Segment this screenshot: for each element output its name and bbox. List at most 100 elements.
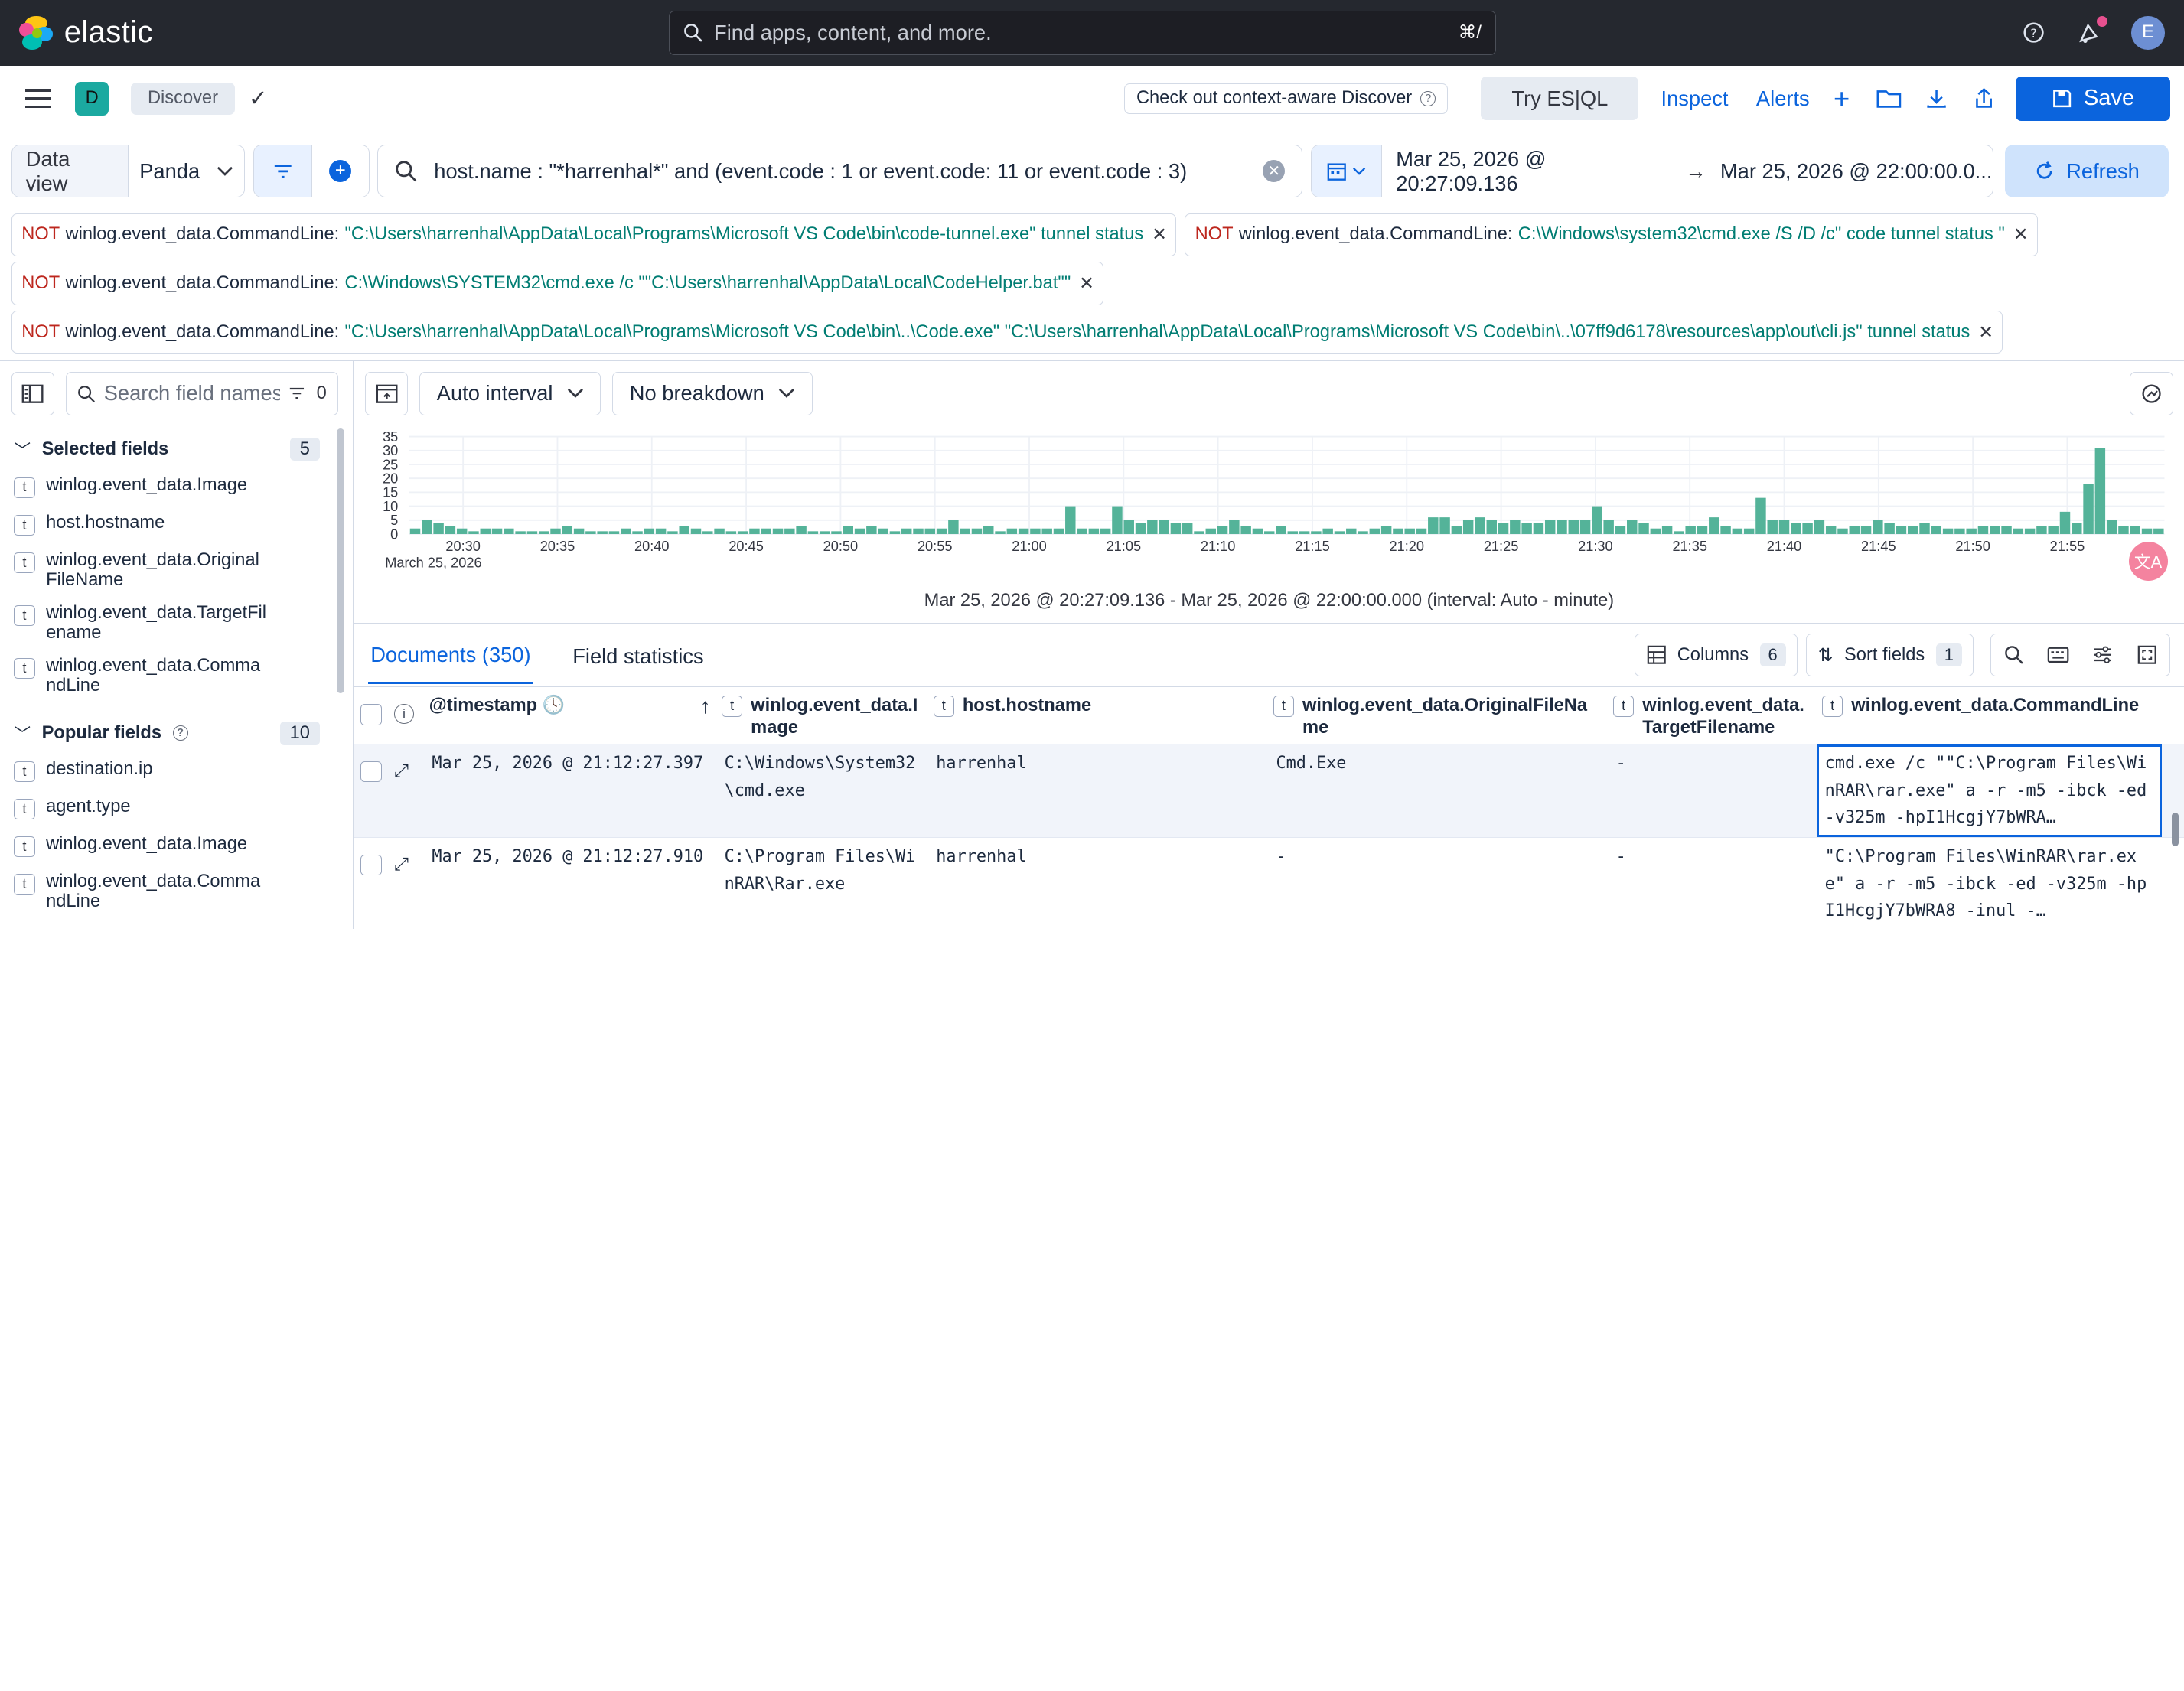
histogram-bar[interactable] — [1065, 506, 1076, 535]
histogram-bar[interactable] — [1276, 526, 1287, 535]
column-header-target-filename[interactable]: t winlog.event_data.TargetFilename — [1608, 687, 1817, 744]
histogram-bar[interactable] — [808, 531, 819, 535]
toggle-histogram-icon[interactable] — [364, 372, 409, 415]
histogram-bar[interactable] — [1767, 520, 1778, 535]
histogram-bar[interactable] — [1311, 531, 1322, 535]
histogram-bar[interactable] — [1615, 526, 1626, 535]
field-filter-button[interactable]: 0 — [288, 383, 327, 404]
cell-hostname[interactable]: harrenhal — [927, 744, 1267, 837]
keyboard-icon[interactable] — [2036, 634, 2080, 676]
filter-menu-icon[interactable] — [254, 145, 311, 197]
histogram-bar[interactable] — [504, 528, 514, 535]
context-aware-callout[interactable]: Check out context-aware Discover ? — [1124, 83, 1448, 114]
remove-filter-icon[interactable]: ✕ — [1079, 272, 1094, 295]
histogram-bar[interactable] — [761, 528, 772, 535]
try-esql-button[interactable]: Try ES|QL — [1481, 77, 1639, 121]
histogram-bar[interactable] — [1253, 528, 1263, 535]
field-item[interactable]: t host.hostname — [0, 513, 353, 551]
news-feed-icon[interactable] — [2075, 15, 2108, 47]
field-item[interactable]: t destination.ip — [0, 759, 353, 797]
save-button[interactable]: Save — [2016, 76, 2171, 121]
cell-target-filename[interactable]: - — [1608, 838, 1817, 929]
histogram-bar[interactable] — [1381, 526, 1392, 535]
histogram-bar[interactable] — [621, 528, 631, 535]
histogram-bar[interactable] — [983, 526, 994, 535]
row-checkbox[interactable] — [360, 761, 382, 783]
histogram-bar[interactable] — [714, 528, 725, 535]
histogram-bar[interactable] — [1545, 520, 1556, 535]
histogram-bar[interactable] — [609, 531, 620, 535]
histogram-bar[interactable] — [1393, 528, 1404, 535]
histogram-chart[interactable]: 35 30 25 20 15 10 5 0 20:30 20:35 20:40 20:45 20:50 2… — [354, 425, 2184, 624]
histogram-bar[interactable] — [1100, 528, 1111, 535]
breadcrumb-discover[interactable]: Discover — [131, 82, 235, 115]
histogram-bar[interactable] — [433, 523, 445, 535]
histogram-bar[interactable] — [1486, 520, 1498, 535]
histogram-bar[interactable] — [1627, 520, 1638, 535]
breakdown-select[interactable]: No breakdown — [611, 372, 813, 415]
histogram-bar[interactable] — [1814, 520, 1825, 535]
histogram-bar[interactable] — [1603, 520, 1615, 535]
histogram-bar[interactable] — [667, 531, 679, 535]
histogram-bar[interactable] — [1744, 528, 1755, 535]
histogram-bar[interactable] — [2060, 512, 2071, 535]
histogram-bar[interactable] — [550, 528, 562, 535]
field-item[interactable]: t winlog.event_data.OriginalFileName — [0, 550, 353, 604]
row-checkbox[interactable] — [360, 854, 382, 876]
display-settings-icon[interactable] — [2081, 634, 2125, 676]
columns-button[interactable]: Columns 6 — [1635, 633, 1798, 677]
histogram-bar[interactable] — [1217, 526, 1228, 535]
refresh-button[interactable]: Refresh — [2004, 145, 2169, 198]
global-search-input[interactable]: Find apps, content, and more. ⌘/ — [668, 10, 1497, 55]
field-item[interactable]: t winlog.event_data.Image — [0, 475, 353, 513]
histogram-bar[interactable] — [1147, 520, 1158, 535]
histogram-bar[interactable] — [691, 528, 702, 535]
histogram-bar[interactable] — [562, 526, 573, 535]
histogram-bar[interactable] — [1521, 523, 1533, 535]
histogram-bar[interactable] — [679, 526, 690, 535]
histogram-bar[interactable] — [1299, 531, 1310, 535]
histogram-bar[interactable] — [574, 528, 585, 535]
histogram-bar[interactable] — [1205, 528, 1217, 535]
elastic-logo[interactable]: elastic — [19, 15, 668, 50]
histogram-bar[interactable] — [515, 531, 526, 535]
histogram-bar[interactable] — [995, 531, 1006, 535]
histogram-bar[interactable] — [1358, 531, 1369, 535]
histogram-bar[interactable] — [1019, 528, 1029, 535]
histogram-bar[interactable] — [1580, 520, 1591, 535]
remove-filter-icon[interactable]: ✕ — [1152, 223, 1167, 246]
histogram-bar[interactable] — [1802, 523, 1814, 535]
histogram-bar[interactable] — [738, 531, 748, 535]
histogram-bar[interactable] — [913, 528, 924, 535]
histogram-bar[interactable] — [656, 528, 667, 535]
clear-query-icon[interactable]: ✕ — [1263, 160, 1286, 183]
histogram-bar[interactable] — [1709, 517, 1719, 535]
histogram-bar[interactable] — [1452, 526, 1462, 535]
share-icon[interactable] — [1968, 83, 1999, 114]
field-item[interactable]: t winlog.event_data.TargetFilename — [0, 603, 353, 657]
histogram-bar[interactable] — [1732, 528, 1743, 535]
remove-filter-icon[interactable]: ✕ — [1978, 321, 1993, 344]
histogram-bar[interactable] — [1674, 531, 1685, 535]
histogram-bar[interactable] — [1943, 528, 1954, 535]
histogram-bar[interactable] — [1837, 528, 1849, 535]
histogram-bar[interactable] — [1404, 528, 1416, 535]
histogram-bar[interactable] — [2048, 526, 2059, 535]
histogram-bar[interactable] — [773, 528, 784, 535]
histogram-bar[interactable] — [1054, 528, 1064, 535]
histogram-bar[interactable] — [1638, 523, 1650, 535]
tab-field-statistics[interactable]: Field statistics — [570, 627, 707, 683]
histogram-bar[interactable] — [972, 528, 983, 535]
histogram-bar[interactable] — [1720, 526, 1732, 535]
tab-documents[interactable]: Documents (350) — [367, 627, 534, 684]
histogram-bar[interactable] — [1439, 517, 1451, 535]
histogram-bar[interactable] — [1568, 520, 1579, 535]
table-row[interactable]: ⤢ Mar 25, 2026 @ 21:12:27.397 C:\Windows… — [354, 744, 2184, 839]
histogram-bar[interactable] — [539, 531, 549, 535]
histogram-bar[interactable] — [1791, 523, 1801, 535]
histogram-bar[interactable] — [480, 528, 491, 535]
user-avatar[interactable]: E — [2131, 15, 2165, 50]
histogram-bar[interactable] — [1662, 526, 1673, 535]
column-header-commandline[interactable]: t winlog.event_data.CommandLine — [1817, 687, 2162, 744]
histogram-bar[interactable] — [866, 526, 877, 535]
